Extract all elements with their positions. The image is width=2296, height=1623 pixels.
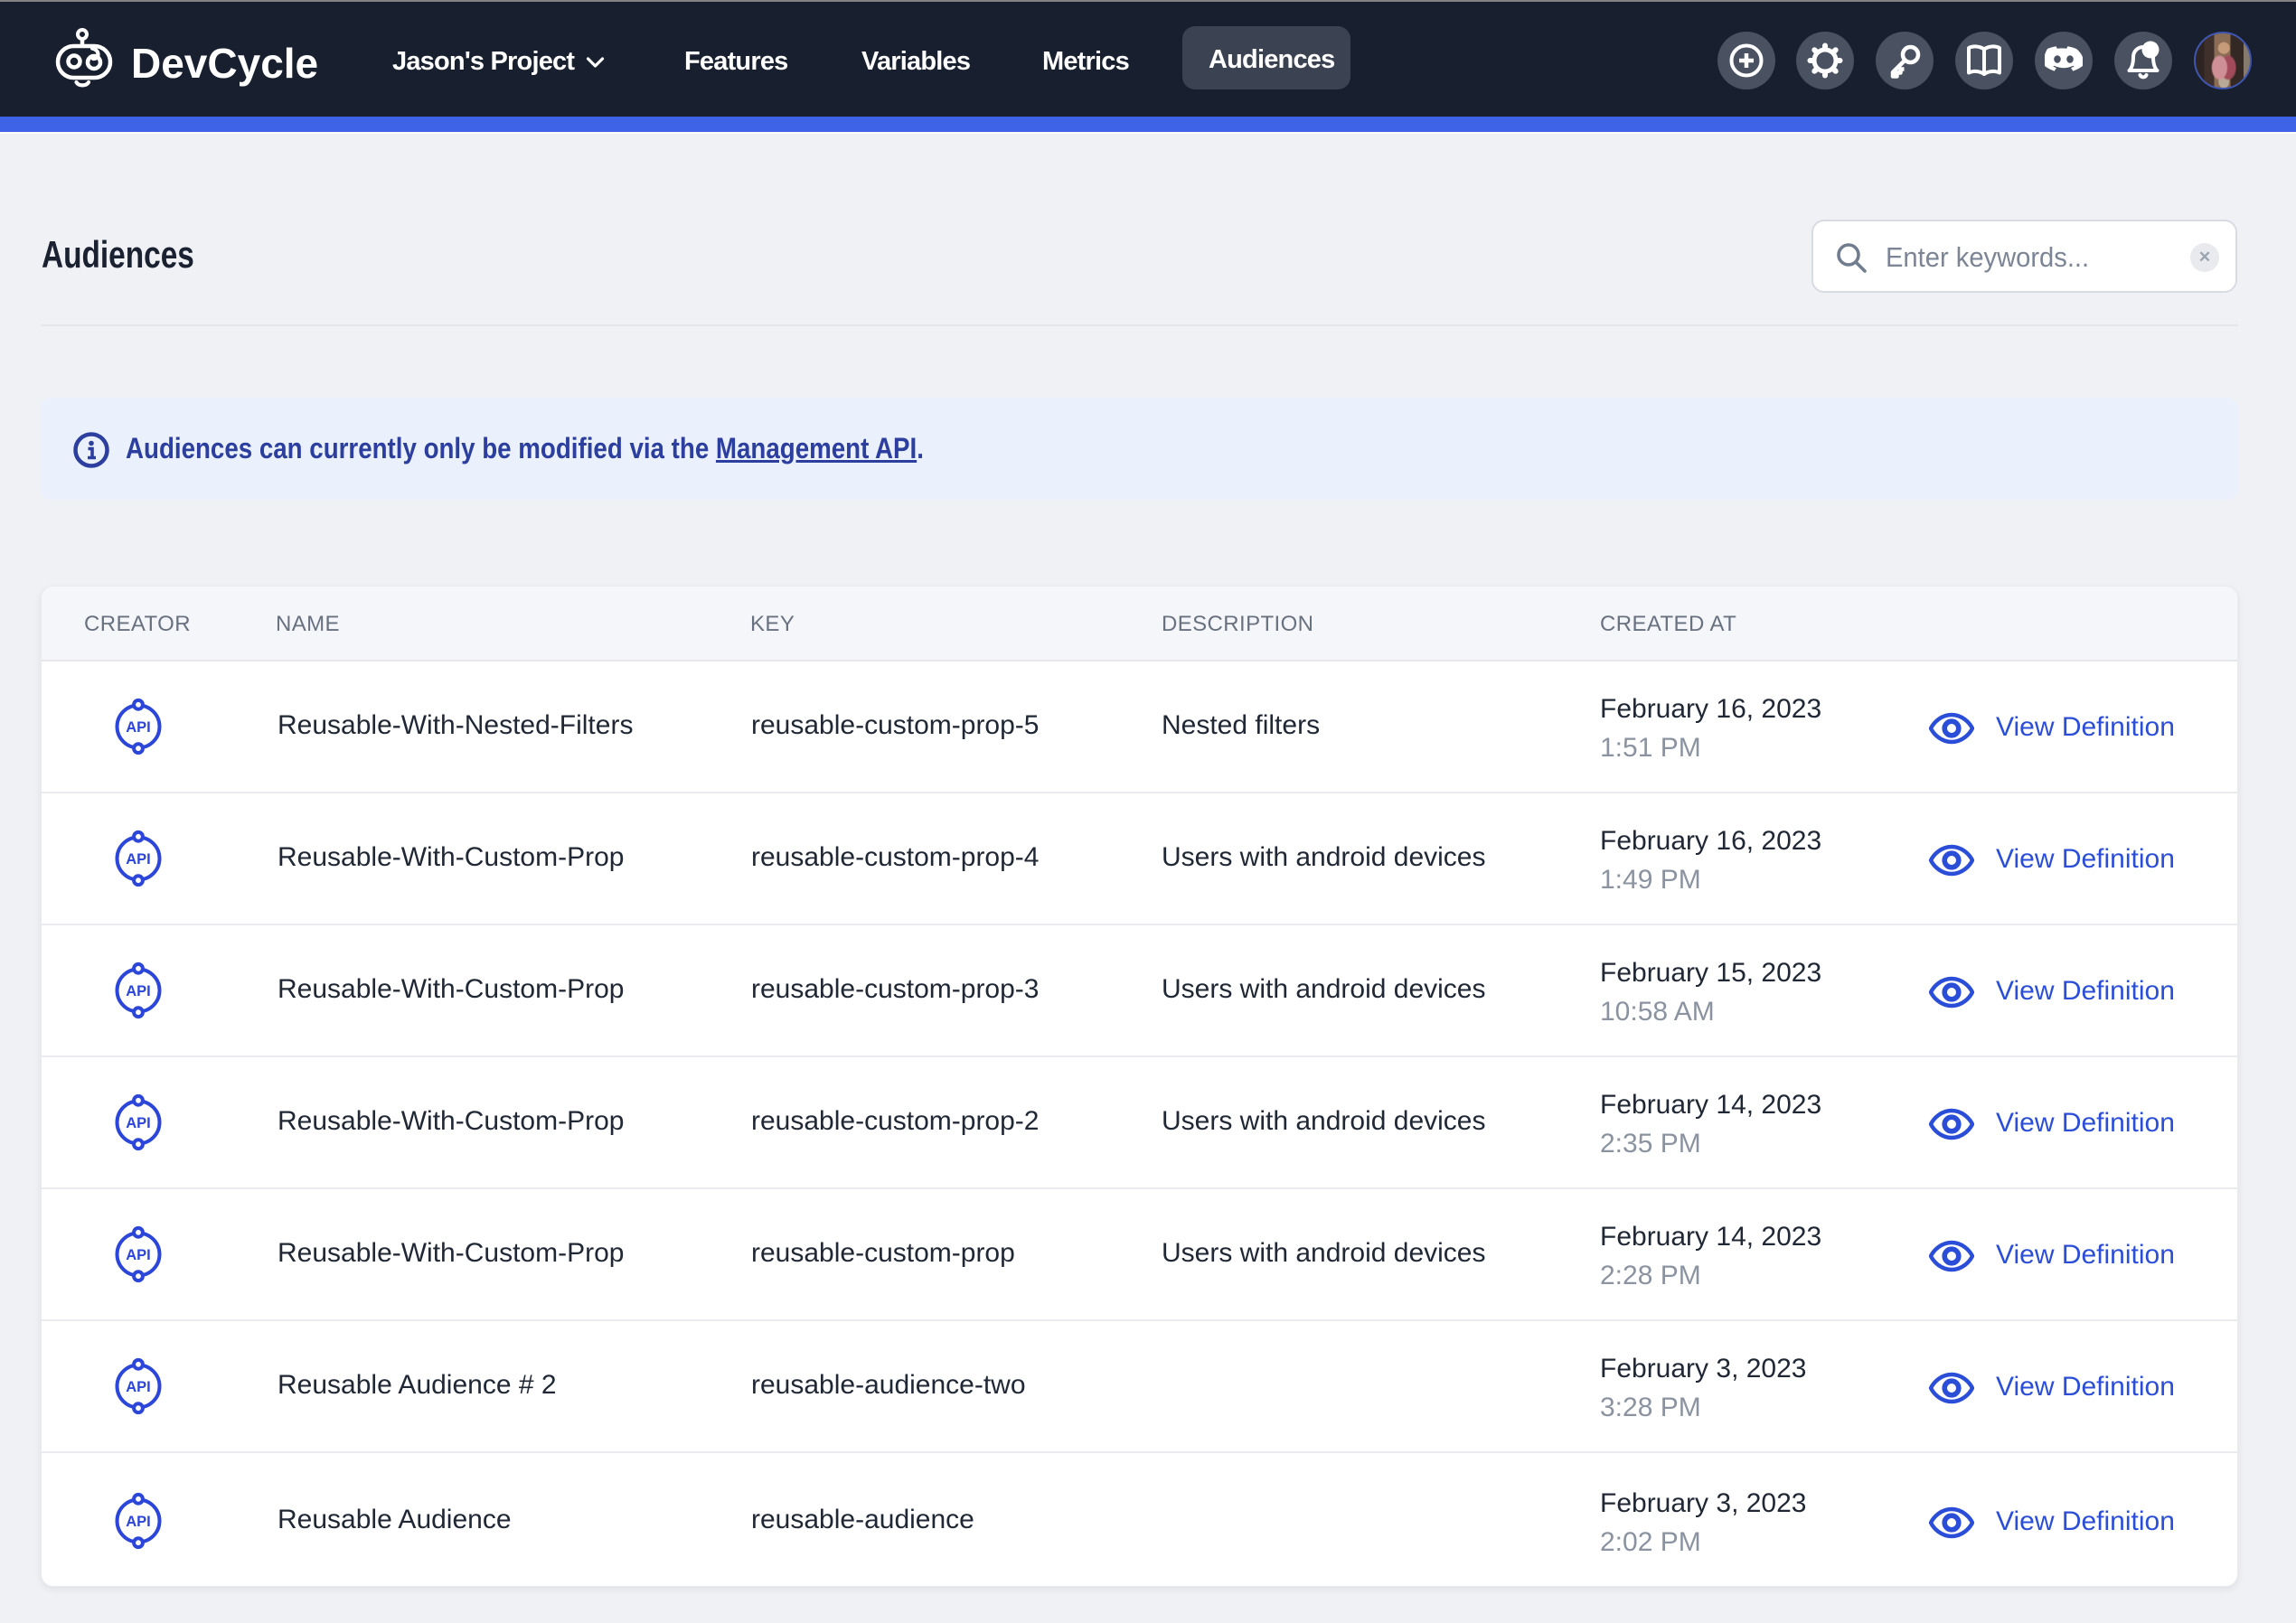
svg-text:API: API bbox=[126, 1514, 151, 1530]
svg-text:API: API bbox=[126, 719, 151, 736]
svg-text:API: API bbox=[126, 851, 151, 868]
svg-text:API: API bbox=[126, 983, 151, 999]
svg-text:API: API bbox=[126, 1247, 151, 1263]
svg-text:API: API bbox=[126, 1115, 151, 1131]
svg-text:API: API bbox=[126, 1379, 151, 1395]
